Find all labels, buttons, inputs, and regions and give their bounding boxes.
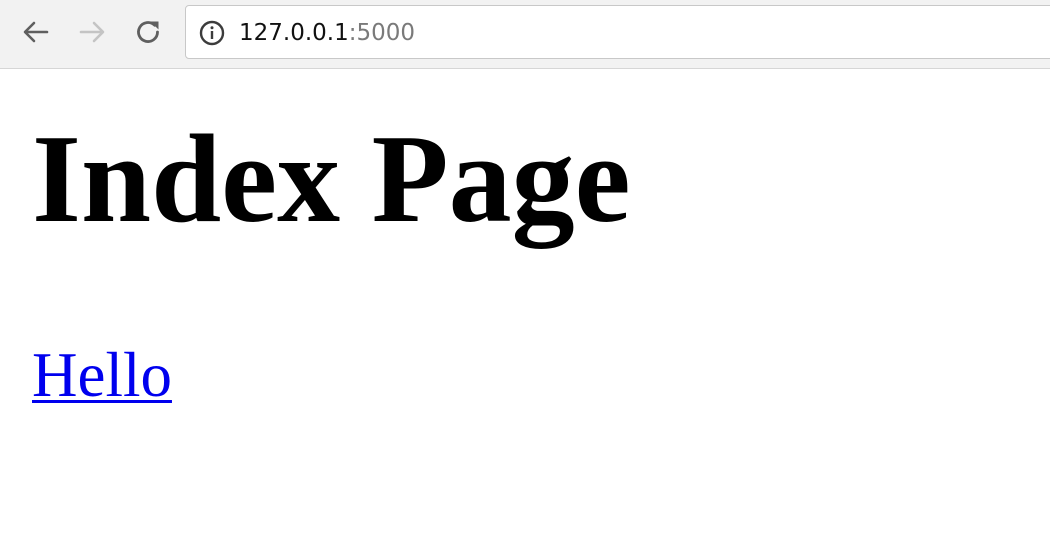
url-text[interactable]: 127.0.0.1:5000 (239, 17, 415, 49)
back-arrow-icon (23, 21, 49, 43)
forward-button[interactable] (75, 14, 109, 50)
hello-link[interactable]: Hello (32, 335, 172, 415)
url-port: :5000 (348, 20, 416, 46)
url-host: 127.0.0.1 (239, 20, 349, 46)
browser-toolbar: 127.0.0.1:5000 (0, 0, 1050, 69)
reload-icon (137, 21, 159, 43)
forward-arrow-icon (79, 21, 105, 43)
page-title: Index Page (32, 110, 631, 249)
back-button[interactable] (19, 14, 53, 50)
page-content: Index Page Hello (0, 69, 1050, 558)
address-bar[interactable]: 127.0.0.1:5000 (185, 5, 1050, 59)
info-icon[interactable] (199, 20, 225, 46)
reload-button[interactable] (131, 14, 165, 50)
